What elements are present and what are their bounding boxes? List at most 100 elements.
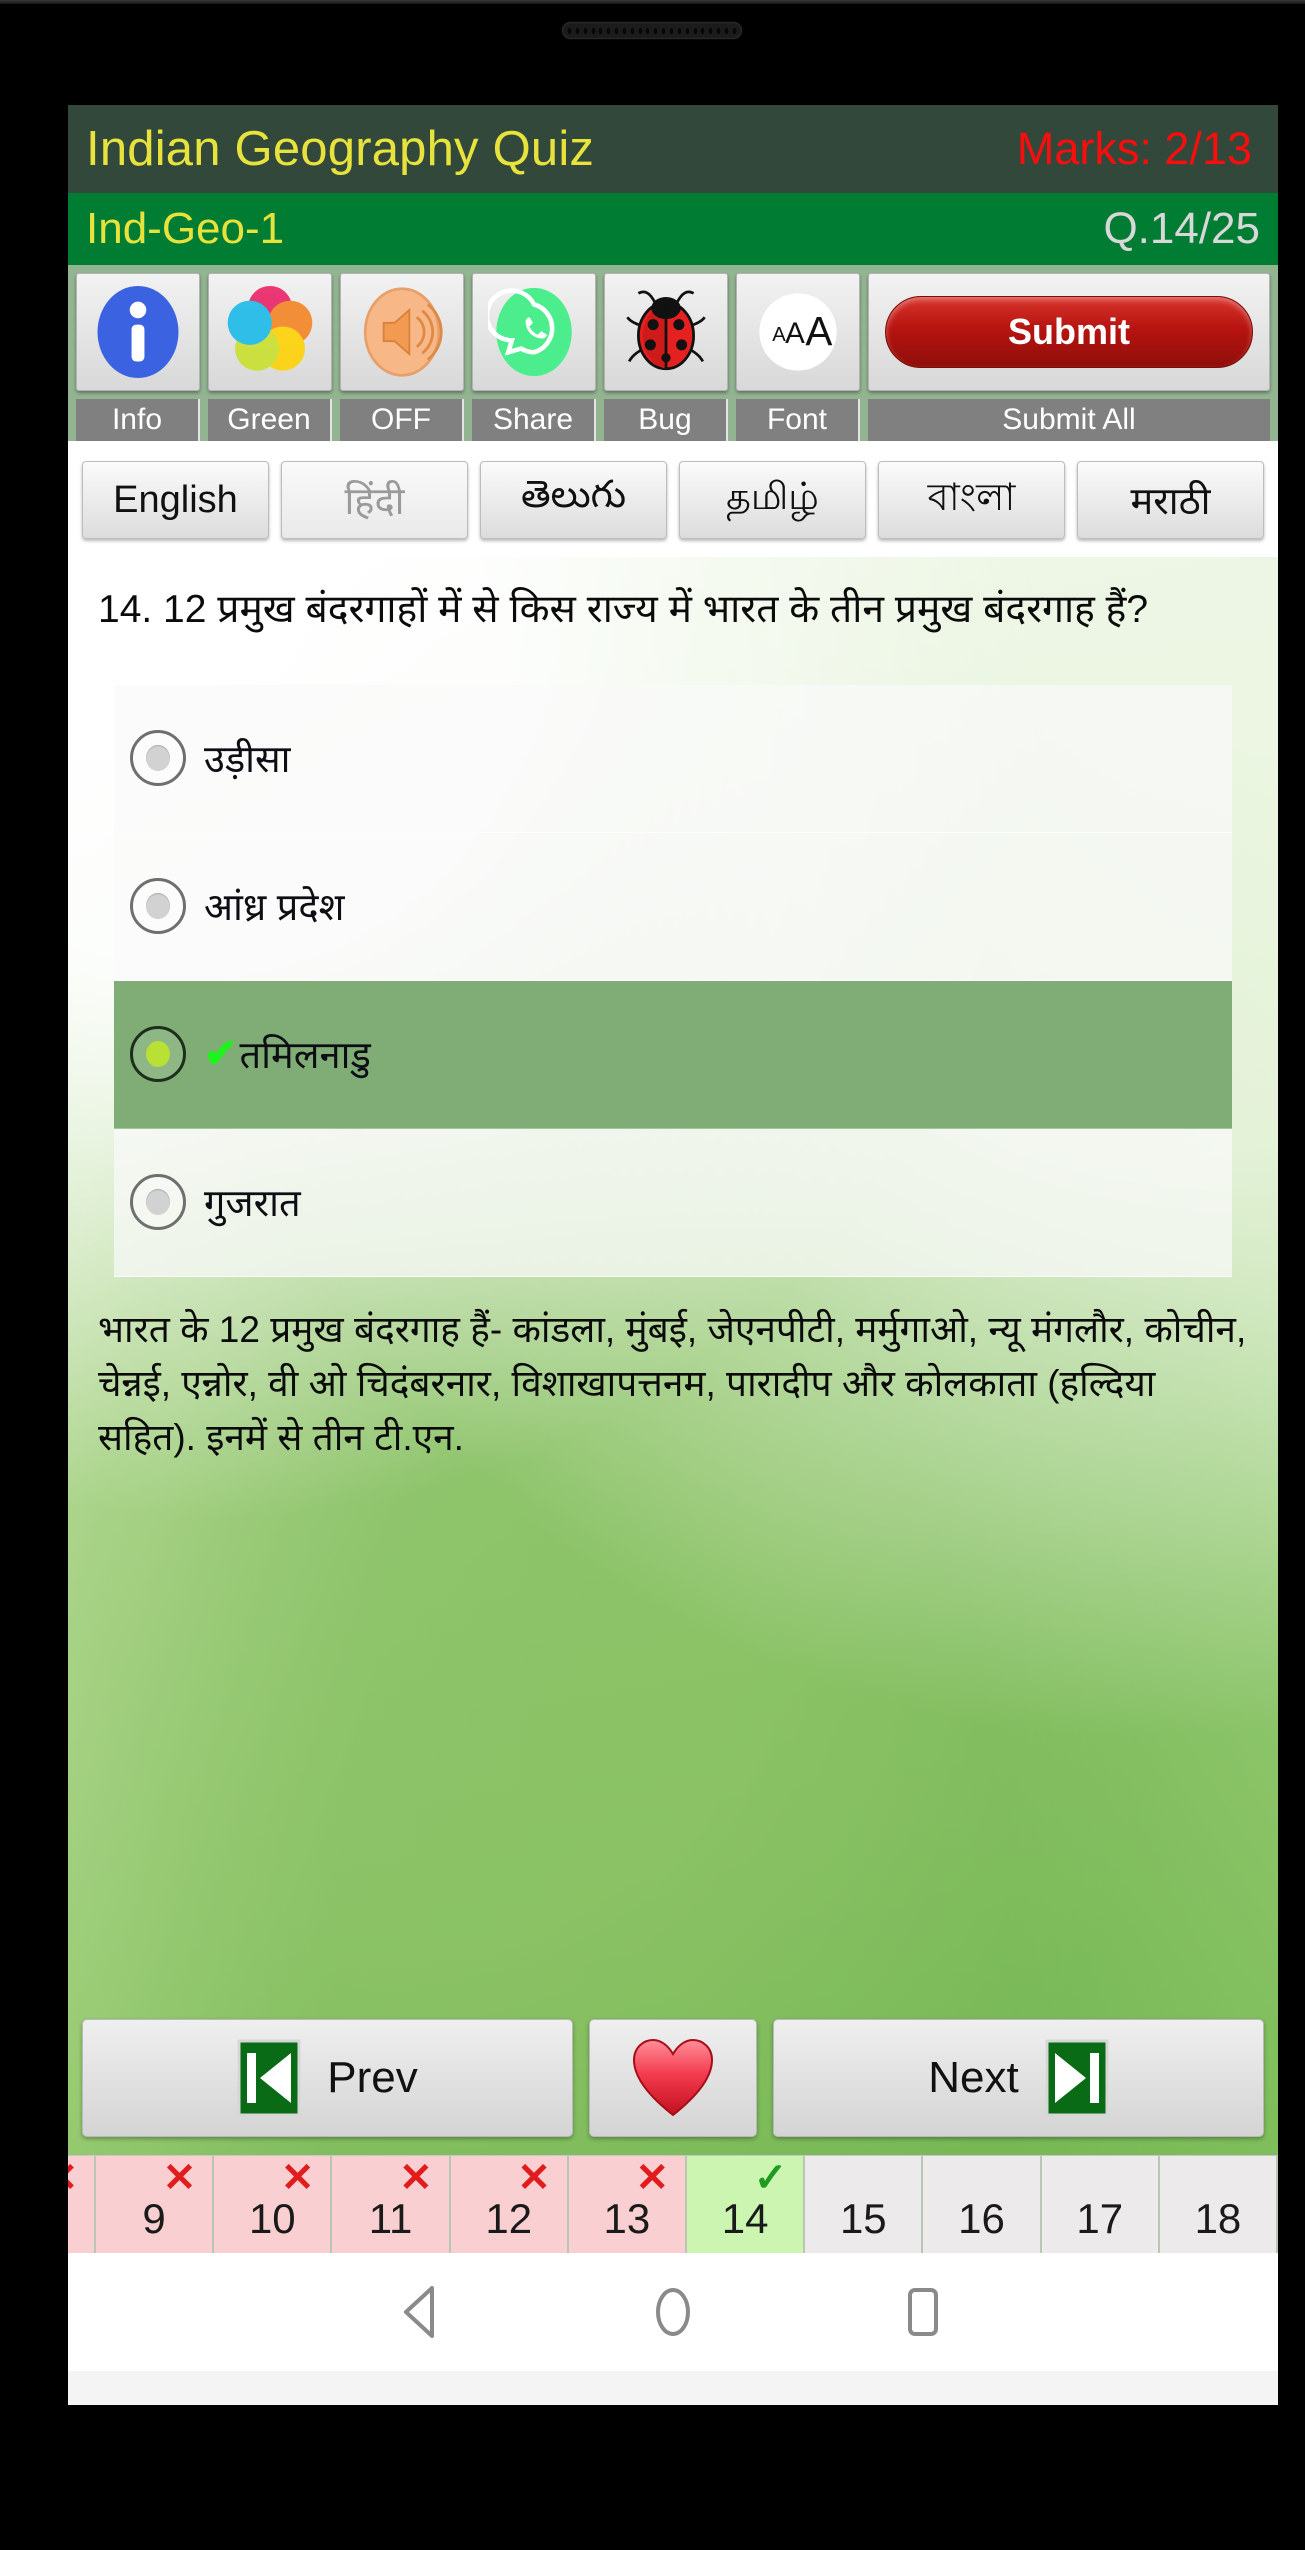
submit-button-label: Submit — [1008, 311, 1130, 352]
question-cell-16[interactable]: 16 — [923, 2156, 1042, 2253]
question-cell-number: 14 — [721, 2195, 769, 2242]
question-cell-15[interactable]: 15 — [805, 2156, 924, 2253]
answer-options-list: उड़ीसा आंध्र प्रदेश ✔ तमिलनाडु गुजरात — [68, 684, 1278, 1277]
phone-right-bezel — [1278, 105, 1305, 2405]
question-cell-number: 18 — [1194, 2195, 1242, 2242]
question-cell-12[interactable]: ✕ 12 — [450, 2156, 569, 2253]
question-cell-13[interactable]: ✕ 13 — [568, 2156, 688, 2253]
next-button[interactable]: Next — [773, 2019, 1264, 2137]
option-label-2: आंध्र प्रदेश — [204, 887, 345, 930]
question-cell-18[interactable]: 18 — [1159, 2156, 1278, 2253]
language-tab-hindi[interactable]: हिंदी — [281, 461, 468, 539]
correct-mark-icon: ✓ — [753, 2156, 788, 2200]
phone-left-bezel — [0, 105, 68, 2405]
radio-button-2[interactable] — [130, 878, 186, 935]
question-cell-number: 12 — [485, 2195, 533, 2242]
toolbar-label-submit-all: Submit All — [868, 399, 1270, 441]
wrong-mark-icon: ✕ — [517, 2156, 551, 2200]
question-cell-9[interactable]: ✕ 9 — [96, 2156, 215, 2253]
question-cell-number: 15 — [839, 2195, 887, 2242]
question-cell-number: 17 — [1076, 2195, 1124, 2242]
home-circle-icon[interactable] — [648, 2284, 698, 2340]
question-navigation-row: Prev Next — [68, 2019, 1278, 2137]
sound-toggle-button[interactable] — [340, 273, 464, 391]
radio-button-4[interactable] — [130, 1174, 186, 1231]
wrong-mark-icon: ✕ — [68, 2158, 78, 2198]
app-title: Indian Geography Quiz — [86, 122, 595, 176]
toolbar-label-bug: Bug — [604, 399, 728, 441]
bezel-highlight-line — [0, 0, 1305, 4]
question-cell-number: 16 — [958, 2195, 1005, 2242]
svg-text:A: A — [785, 317, 805, 350]
wrong-mark-icon: ✕ — [399, 2156, 433, 2200]
toolbar-label-info: Info — [76, 399, 200, 441]
question-cell-17[interactable]: 17 — [1041, 2156, 1160, 2253]
language-tab-bengali[interactable]: বাংলা — [878, 461, 1065, 539]
app-viewport: Indian Geography Quiz Marks: 2/13 Ind-Ge… — [68, 105, 1278, 2405]
question-cell-number: 9 — [142, 2195, 166, 2242]
next-button-label: Next — [928, 2053, 1019, 2102]
report-bug-button[interactable] — [604, 273, 728, 391]
wrong-mark-icon: ✕ — [280, 2156, 315, 2200]
favorite-button[interactable] — [589, 2019, 757, 2137]
question-cell-number: 11 — [368, 2195, 413, 2242]
language-tab-bar: English हिंदी తెలుగు தமிழ் বাংলা मराठी — [68, 441, 1278, 557]
palette-icon — [227, 286, 313, 371]
info-button[interactable] — [76, 273, 200, 391]
toolbar-label-font: Font — [736, 399, 860, 441]
theme-color-button[interactable] — [208, 273, 332, 391]
question-cell-partial[interactable]: ✕ — [68, 2156, 96, 2253]
skip-back-icon — [237, 2039, 301, 2117]
question-counter: Q.14/25 — [1103, 204, 1260, 253]
option-row-1[interactable]: उड़ीसा — [114, 684, 1232, 833]
toolbar-label-share: Share — [472, 399, 596, 441]
action-toolbar: A A A Submit — [68, 265, 1278, 391]
ladybug-icon — [626, 290, 706, 371]
info-icon — [97, 286, 179, 378]
option-label-4: गुजरात — [204, 1183, 301, 1226]
skip-forward-icon — [1045, 2039, 1109, 2117]
question-number-strip: ✕ ✕ 9 ✕ 10 ✕ 11 ✕ 12 ✕ 13 — [68, 2155, 1278, 2253]
svg-text:A: A — [805, 308, 832, 354]
whatsapp-icon — [488, 287, 572, 377]
question-cell-14[interactable]: ✓ 14 — [687, 2156, 806, 2253]
option-row-4[interactable]: गुजरात — [114, 1128, 1232, 1277]
font-size-button[interactable]: A A A — [736, 273, 860, 391]
prev-button-label: Prev — [327, 2053, 418, 2102]
phone-top-bezel — [0, 0, 1305, 105]
toolbar-label-off: OFF — [340, 399, 464, 441]
app-title-bar: Indian Geography Quiz Marks: 2/13 — [68, 105, 1278, 193]
option-row-2[interactable]: आंध्र प्रदेश — [114, 832, 1232, 981]
language-tab-telugu[interactable]: తెలుగు — [480, 461, 667, 539]
radio-button-1[interactable] — [130, 730, 186, 787]
language-tab-english[interactable]: English — [82, 461, 269, 539]
prev-button[interactable]: Prev — [82, 2019, 573, 2137]
language-tab-tamil[interactable]: தமிழ் — [679, 461, 866, 539]
back-triangle-icon[interactable] — [398, 2284, 448, 2340]
wrong-mark-icon: ✕ — [162, 2156, 197, 2200]
submit-button-wrapper[interactable]: Submit — [868, 273, 1270, 391]
android-navigation-bar — [68, 2253, 1278, 2371]
option-label-3: तमिलनाडु — [239, 1035, 371, 1078]
svg-text:A: A — [772, 324, 786, 346]
phone-device: Indian Geography Quiz Marks: 2/13 Ind-Ge… — [0, 0, 1305, 2550]
wrong-mark-icon: ✕ — [635, 2156, 670, 2200]
language-tab-marathi[interactable]: मराठी — [1077, 461, 1264, 539]
correct-check-icon: ✔ — [204, 1032, 238, 1077]
speaker-icon — [363, 287, 443, 377]
option-row-3[interactable]: ✔ तमिलनाडु — [114, 980, 1232, 1129]
answer-explanation: भारत के 12 प्रमुख बंदरगाह हैं- कांडला, म… — [98, 1308, 1247, 1458]
question-cell-10[interactable]: ✕ 10 — [214, 2156, 333, 2253]
marks-indicator: Marks: 2/13 — [1016, 123, 1252, 174]
question-cell-number: 10 — [248, 2195, 296, 2242]
radio-button-3[interactable] — [130, 1026, 186, 1083]
question-cell-11[interactable]: ✕ 11 — [332, 2156, 451, 2253]
recents-square-icon[interactable] — [898, 2284, 948, 2340]
submit-button[interactable]: Submit — [885, 296, 1253, 368]
phone-bottom-bezel — [0, 2405, 1305, 2550]
toolbar-label-row: Info Green OFF Share Bug Font Submit All — [68, 391, 1278, 441]
earpiece-speaker-icon — [562, 22, 742, 39]
question-cell-number: 13 — [603, 2195, 651, 2242]
question-content-area: 14. 12 प्रमुख बंदरगाहों में से किस राज्य… — [68, 557, 1278, 2155]
share-button[interactable] — [472, 273, 596, 391]
